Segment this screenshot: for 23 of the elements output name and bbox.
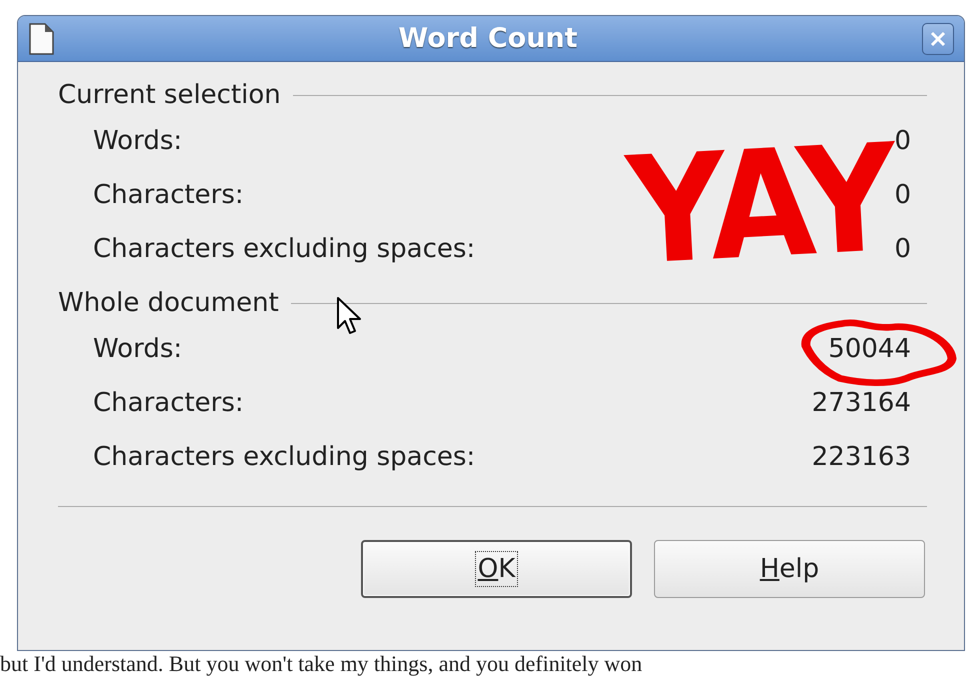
section-title: Current selection bbox=[58, 80, 281, 110]
count-label: Characters excluding spaces: bbox=[93, 234, 476, 264]
count-value: 0 bbox=[894, 180, 911, 210]
window-title: Word Count bbox=[397, 23, 579, 54]
count-label: Characters excluding spaces: bbox=[93, 442, 476, 472]
document-icon bbox=[28, 22, 54, 54]
mouse-cursor-icon bbox=[336, 296, 362, 336]
count-value: 0 bbox=[894, 126, 911, 156]
count-value: 0 bbox=[894, 234, 911, 264]
close-icon bbox=[929, 30, 947, 48]
count-value: 273164 bbox=[812, 388, 911, 418]
dialog-button[interactable]: OK bbox=[361, 540, 632, 598]
handwritten-annotation: YAY bbox=[624, 124, 897, 286]
close-button[interactable] bbox=[922, 22, 954, 54]
document-text: but I'd understand. But you won't take my things, and you definitely won bbox=[0, 651, 642, 676]
count-value: 223163 bbox=[812, 442, 911, 472]
count-label: Words: bbox=[93, 334, 182, 364]
dialog-button[interactable]: Help bbox=[654, 540, 925, 598]
count-label: Characters: bbox=[93, 388, 244, 418]
count-label: Characters: bbox=[93, 180, 244, 210]
count-value: 50044 bbox=[828, 334, 911, 364]
count-label: Words: bbox=[93, 126, 182, 156]
section-title: Whole document bbox=[58, 288, 279, 318]
